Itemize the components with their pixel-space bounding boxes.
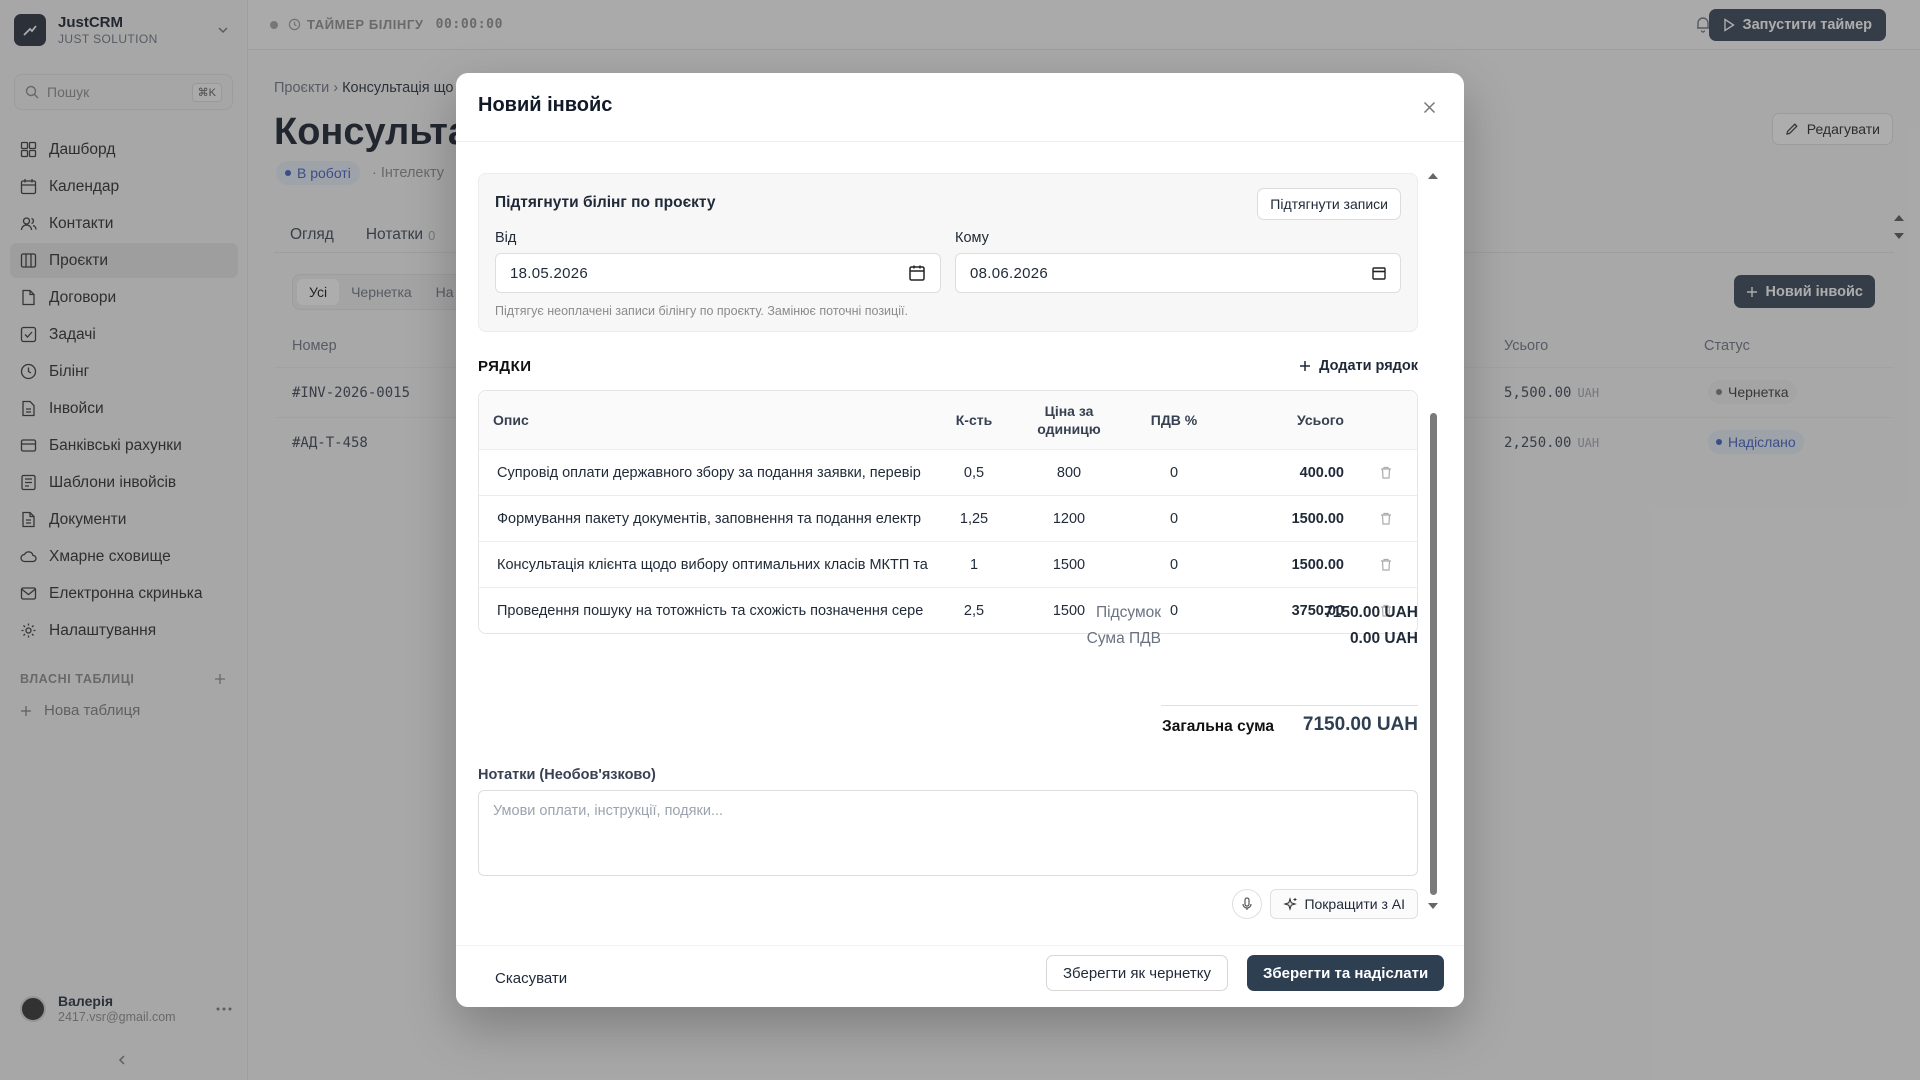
col-total: Усього (1297, 412, 1344, 428)
line-unit-price[interactable]: 800 (1014, 464, 1124, 482)
dialog-footer: Скасувати Зберегти як чернетку Зберегти … (456, 945, 1464, 1007)
scroll-down-icon[interactable] (1427, 901, 1439, 911)
to-label: Кому (955, 230, 989, 246)
pull-records-button[interactable]: Підтягнути записи (1257, 188, 1401, 220)
line-description[interactable]: Консультація клієнта щодо вибору оптимал… (479, 557, 934, 573)
vat-sum-value: 0.00 UAH (1349, 630, 1418, 647)
line-description[interactable]: Супровід оплати державного збору за пода… (479, 465, 934, 481)
to-date-value: 08.06.2026 (970, 264, 1049, 282)
improve-with-ai-label: Покращити з AI (1304, 896, 1405, 912)
table-row: Проведення пошуку на тотожність та схожі… (479, 587, 1417, 633)
col-quantity: К-сть (955, 412, 993, 428)
line-unit-price[interactable]: 1500 (1014, 556, 1124, 574)
table-row: Формування пакету документів, заповнення… (479, 495, 1417, 541)
line-description[interactable]: Формування пакету документів, заповнення… (479, 511, 934, 527)
line-vat[interactable]: 0 (1124, 557, 1224, 573)
line-total: 1500.00 (1291, 556, 1344, 573)
notes-label: Нотатки (Необов'язково) (478, 767, 656, 783)
dialog-title: Новий інвойс (478, 94, 613, 116)
divider (1161, 705, 1418, 706)
close-icon[interactable] (1423, 101, 1436, 114)
line-total: 1500.00 (1291, 510, 1344, 527)
pull-billing-title: Підтягнути білінг по проєкту (495, 194, 716, 211)
line-unit-price[interactable]: 1200 (1014, 510, 1124, 528)
lines-heading: РЯДКИ (478, 358, 532, 375)
dialog-header: Новий інвойс (456, 73, 1464, 142)
subtotal-value: 7150.00 UAH (1324, 604, 1418, 621)
plus-icon (1300, 361, 1311, 371)
save-and-send-button[interactable]: Зберегти та надіслати (1247, 955, 1445, 991)
line-quantity[interactable]: 1 (934, 557, 1014, 573)
cancel-button[interactable]: Скасувати (495, 970, 567, 987)
to-date-input[interactable]: 08.06.2026 (955, 253, 1401, 293)
table-row: Супровід оплати державного збору за пода… (479, 449, 1417, 495)
new-invoice-dialog: Новий інвойс Підтягнути білінг по проєкт… (456, 73, 1464, 1007)
line-description[interactable]: Проведення пошуку на тотожність та схожі… (479, 603, 934, 619)
from-date-value: 18.05.2026 (510, 264, 589, 282)
from-label: Від (495, 230, 517, 246)
calendar-icon[interactable] (1372, 266, 1386, 280)
invoice-lines-table: Опис К-сть Ціна за одиницю ПДВ % Усього … (478, 390, 1418, 634)
microphone-button[interactable] (1232, 889, 1262, 919)
line-vat[interactable]: 0 (1124, 465, 1224, 481)
line-quantity[interactable]: 0,5 (934, 465, 1014, 481)
microphone-icon (1242, 897, 1252, 910)
table-header: Опис К-сть Ціна за одиницю ПДВ % Усього (479, 391, 1417, 449)
sparkles-icon (1283, 896, 1298, 911)
subtotal-label: Підсумок (1095, 604, 1161, 621)
col-unit-price: Ціна за одиницю (1037, 403, 1101, 437)
notes-textarea[interactable]: Умови оплати, інструкції, подяки... (478, 790, 1418, 876)
vat-sum-label: Сума ПДВ (1086, 630, 1161, 647)
line-total: 400.00 (1299, 464, 1344, 481)
line-quantity[interactable]: 1,25 (934, 511, 1014, 527)
add-line-label: Додати рядок (1319, 358, 1418, 374)
dialog-scrollbar[interactable] (1430, 413, 1437, 895)
table-row: Консультація клієнта щодо вибору оптимал… (479, 541, 1417, 587)
col-description: Опис (493, 412, 529, 428)
improve-with-ai-button[interactable]: Покращити з AI (1270, 889, 1418, 919)
grand-total-value: 7150.00 UAH (1302, 714, 1418, 735)
from-date-input[interactable]: 18.05.2026 (495, 253, 941, 293)
line-vat[interactable]: 0 (1124, 511, 1224, 527)
add-line-button[interactable]: Додати рядок (1299, 358, 1418, 374)
trash-icon[interactable] (1380, 558, 1392, 571)
trash-icon[interactable] (1380, 512, 1392, 525)
col-vat: ПДВ % (1150, 412, 1198, 428)
grand-total-label: Загальна сума (1162, 718, 1274, 735)
line-quantity[interactable]: 2,5 (934, 603, 1014, 619)
calendar-icon[interactable] (908, 264, 926, 282)
scroll-up-icon[interactable] (1427, 171, 1439, 181)
save-draft-button[interactable]: Зберегти як чернетку (1046, 955, 1228, 991)
pull-billing-hint: Підтягує неоплачені записи білінгу по пр… (495, 304, 908, 318)
trash-icon[interactable] (1380, 466, 1392, 479)
pull-billing-card: Підтягнути білінг по проєкту Підтягнути … (478, 173, 1418, 332)
